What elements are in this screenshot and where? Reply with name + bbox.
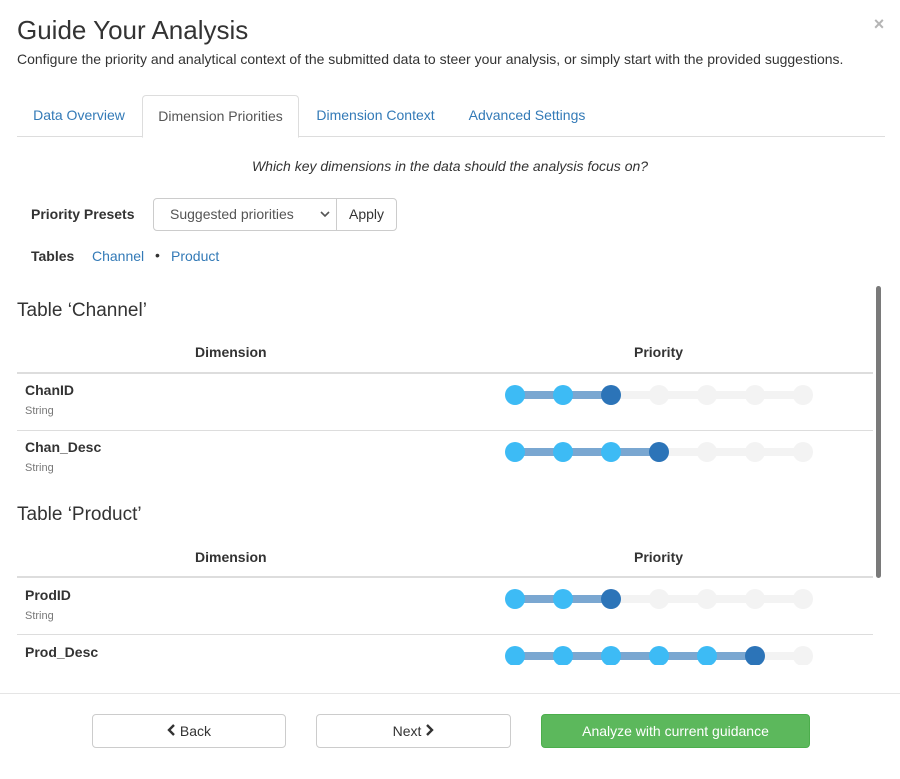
priority-presets-label: Priority Presets [31, 206, 135, 222]
tables-nav-label: Tables [31, 248, 75, 264]
chevron-down-icon [320, 199, 330, 242]
tab-dimension-context[interactable]: Dimension Context [301, 95, 450, 137]
close-icon[interactable]: × [871, 14, 887, 34]
slider-step[interactable] [649, 646, 669, 665]
dimension-name: Chan_Desc [25, 439, 102, 455]
back-button[interactable]: Back [92, 714, 286, 748]
slider-step[interactable] [601, 442, 621, 462]
slider-step[interactable] [697, 646, 717, 665]
dimension-type: String [25, 405, 54, 417]
row-divider [17, 634, 873, 635]
row-divider [17, 430, 873, 431]
priority-presets-select[interactable]: Suggested priorities [153, 198, 337, 231]
scrollbar-thumb[interactable] [876, 286, 881, 578]
slider-step[interactable] [745, 589, 765, 609]
guide-analysis-modal: × Guide Your Analysis Configure the prio… [0, 0, 900, 779]
slider-fill [515, 652, 755, 660]
slider-step[interactable] [793, 442, 813, 462]
tables-nav-separator: • [155, 247, 160, 263]
modal-subtitle: Configure the priority and analytical co… [17, 51, 844, 67]
chevron-right-icon [425, 716, 435, 748]
slider-step[interactable] [697, 442, 717, 462]
tab-data-overview[interactable]: Data Overview [17, 95, 141, 137]
slider-step[interactable] [649, 385, 669, 405]
apply-preset-button[interactable]: Apply [336, 198, 397, 231]
dimension-name: ChanID [25, 382, 74, 398]
slider-handle[interactable] [601, 589, 621, 609]
slider-step[interactable] [505, 385, 525, 405]
table-heading-product: Table ‘Product’ [17, 504, 142, 525]
priority-slider[interactable] [505, 588, 823, 610]
modal-title: Guide Your Analysis [17, 15, 249, 45]
slider-fill [515, 448, 659, 456]
slider-step[interactable] [505, 589, 525, 609]
slider-step[interactable] [649, 589, 669, 609]
analyze-button[interactable]: Analyze with current guidance [541, 714, 810, 748]
table-header-divider [17, 576, 873, 578]
slider-step[interactable] [745, 385, 765, 405]
slider-step[interactable] [505, 646, 525, 665]
slider-step[interactable] [601, 646, 621, 665]
slider-step[interactable] [793, 385, 813, 405]
slider-handle[interactable] [745, 646, 765, 665]
chevron-left-icon [167, 716, 176, 748]
column-header-priority: Priority [634, 344, 684, 360]
dimension-name: Prod_Desc [25, 644, 99, 660]
column-header-dimension: Dimension [195, 549, 267, 565]
table-heading-channel: Table ‘Channel’ [17, 300, 147, 321]
dimension-type: String [25, 462, 54, 474]
slider-step[interactable] [553, 646, 573, 665]
dimension-tables-scroll-area[interactable]: Table ‘Channel’ Dimension Priority ChanI… [0, 285, 884, 665]
table-header-divider [17, 372, 873, 374]
slider-step[interactable] [505, 442, 525, 462]
slider-step[interactable] [553, 442, 573, 462]
slider-step[interactable] [697, 589, 717, 609]
column-header-priority: Priority [634, 549, 684, 565]
slider-step[interactable] [553, 385, 573, 405]
slider-step[interactable] [553, 589, 573, 609]
slider-handle[interactable] [601, 385, 621, 405]
slider-step[interactable] [793, 589, 813, 609]
tab-dimension-priorities[interactable]: Dimension Priorities [142, 95, 299, 138]
priority-presets-value: Suggested priorities [170, 206, 294, 222]
slider-step[interactable] [793, 646, 813, 665]
next-button-label: Next [392, 723, 422, 739]
dimension-name: ProdID [25, 587, 71, 603]
priority-slider[interactable] [505, 384, 823, 406]
column-header-dimension: Dimension [195, 344, 267, 360]
tab-advanced-settings[interactable]: Advanced Settings [452, 95, 602, 137]
next-button[interactable]: Next [316, 714, 511, 748]
focus-question: Which key dimensions in the data should … [251, 158, 649, 174]
back-button-label: Back [179, 723, 211, 739]
dimension-type: String [25, 610, 54, 622]
tab-bar: Data Overview Dimension Priorities Dimen… [17, 95, 885, 138]
slider-handle[interactable] [649, 442, 669, 462]
footer-divider [0, 693, 900, 694]
slider-step[interactable] [697, 385, 717, 405]
table-link-channel[interactable]: Channel [92, 248, 144, 264]
table-link-product[interactable]: Product [171, 248, 219, 264]
priority-slider[interactable] [505, 441, 823, 463]
slider-step[interactable] [745, 442, 765, 462]
priority-slider[interactable] [505, 645, 823, 665]
